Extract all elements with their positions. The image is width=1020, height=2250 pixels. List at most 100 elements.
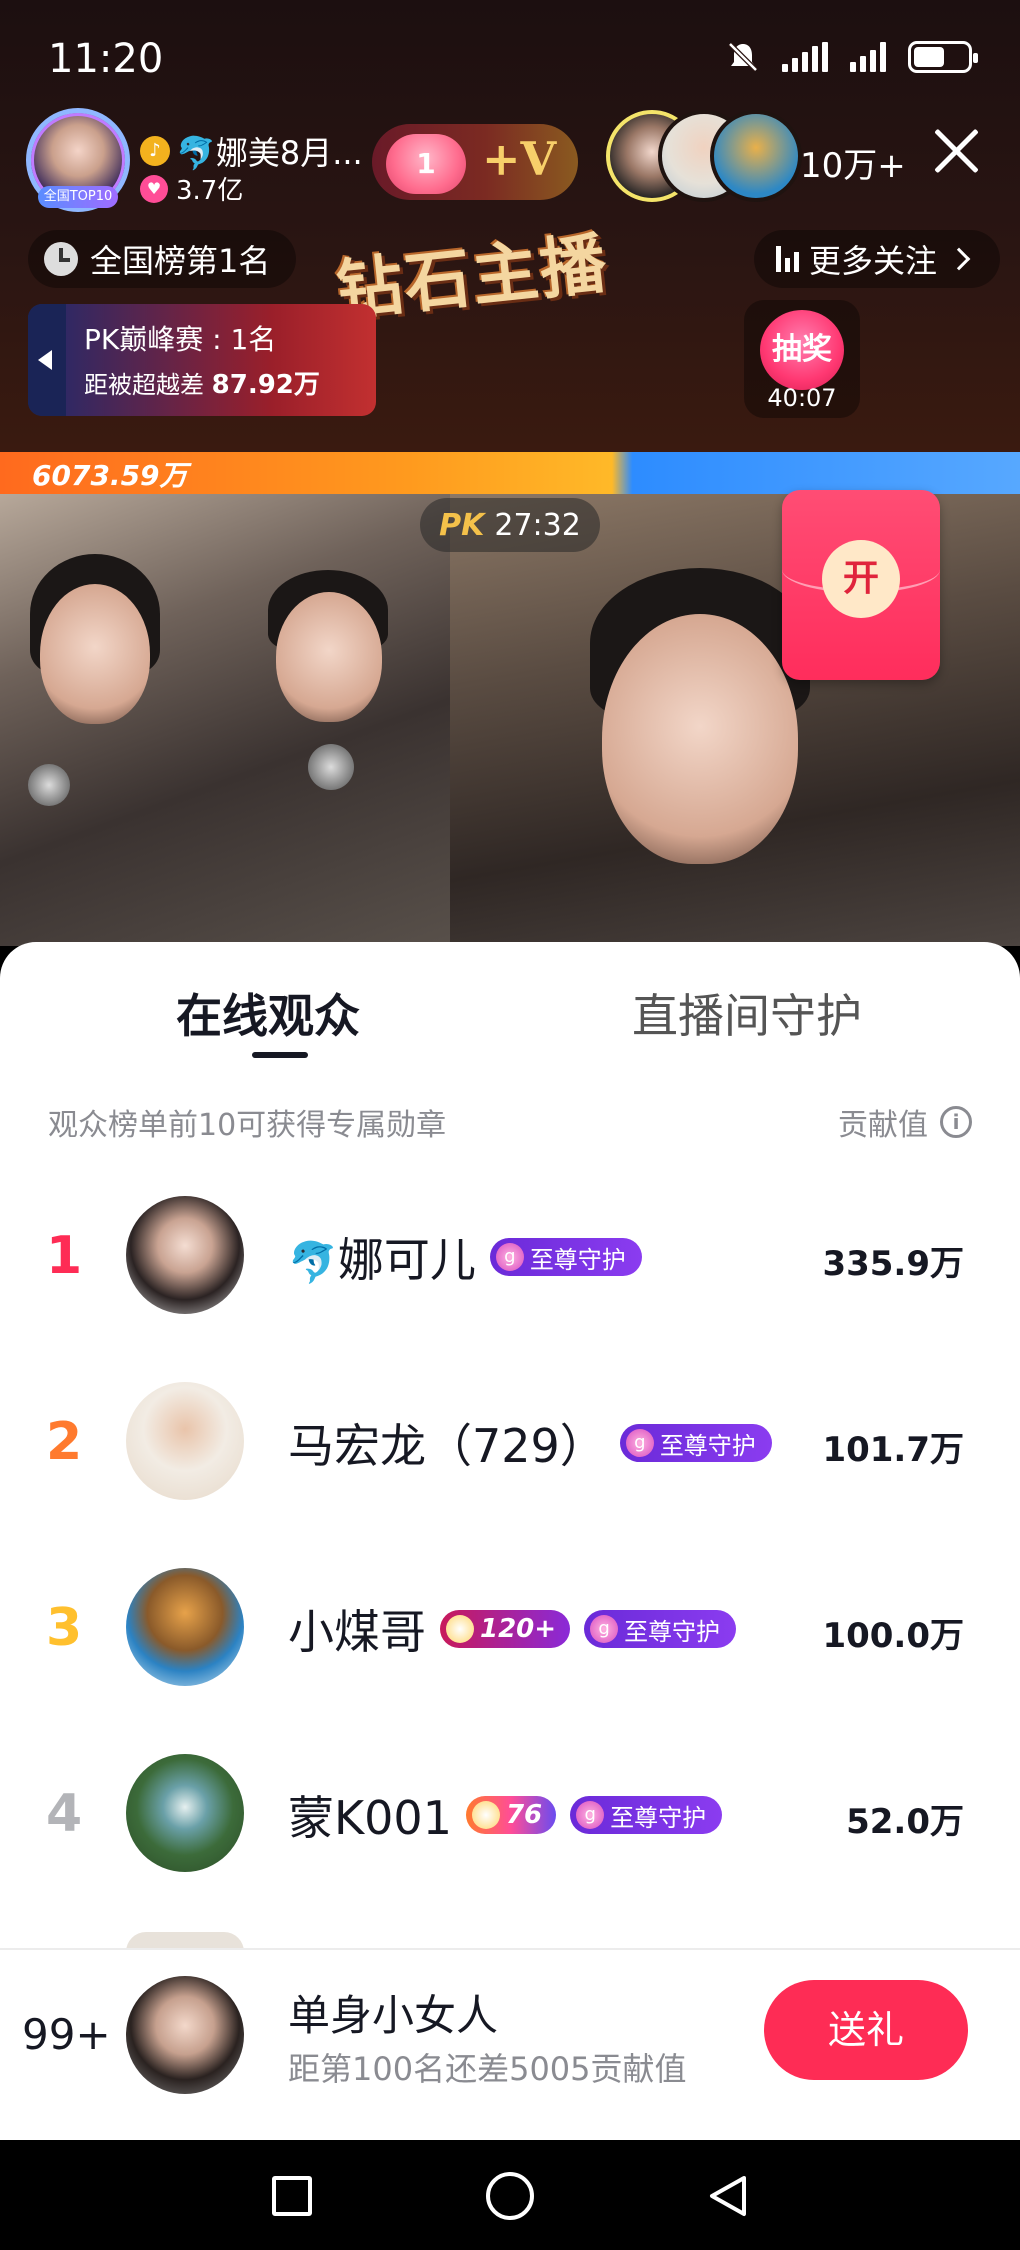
level-badge: 76 (465, 1796, 557, 1834)
system-nav-bar (0, 2140, 1020, 2250)
viewer-count[interactable]: 10万+ (800, 138, 906, 187)
contribution-header[interactable]: 贡献值 i (838, 1100, 972, 1144)
lottery-countdown: 40:07 (767, 384, 837, 412)
back-arrow-icon[interactable] (28, 304, 66, 416)
pk-logo: PK (439, 507, 485, 543)
pk-timer: PK 27:32 (420, 498, 600, 552)
video-left-stream[interactable] (0, 494, 450, 946)
pk-gap-label: 距被超越差 (84, 371, 204, 399)
user-name: 🐬娜可儿 (288, 1233, 476, 1287)
video-figure (40, 584, 150, 724)
bars-icon (776, 246, 799, 272)
national-rank-pill[interactable]: 全国榜第1名 (28, 230, 296, 288)
user-name-line: 马宏龙（729） g 至尊守护 (288, 1410, 772, 1476)
back-icon[interactable] (706, 2174, 750, 2218)
status-bar: 11:20 (0, 0, 1020, 110)
pk-gap-value: 87.92万 (211, 370, 320, 400)
guard-gem-icon: g (495, 1243, 524, 1271)
rank-number: 3 (46, 1598, 83, 1658)
host-info[interactable]: 全国TOP10 ♪ 🐬娜美8月... ♥ 3.7亿 (26, 108, 376, 212)
recent-apps-icon[interactable] (272, 2176, 312, 2216)
send-gift-button[interactable]: 送礼 (764, 1980, 968, 2080)
ranking-hint: 观众榜单前10可获得专属勋章 (48, 1108, 447, 1143)
contribution-score: 52.0万 (846, 1802, 964, 1842)
contribution-score: 335.9万 (822, 1244, 964, 1284)
sheet-tabs: 在线观众 直播间守护 (0, 942, 1020, 1058)
mute-icon (728, 42, 758, 72)
close-icon[interactable] (932, 126, 982, 176)
avatar[interactable] (126, 1568, 244, 1686)
pk-score-left: 6073.59万 (32, 459, 188, 492)
guard-gem-icon: g (590, 1615, 619, 1643)
signal-icon (850, 42, 886, 72)
pk-peak-title: PK巅峰赛 : 1名 (84, 323, 277, 356)
list-item[interactable]: 4 蒙K001 76 g 至尊守护 52.0万 (0, 1748, 1020, 1878)
viewer-avatar[interactable] (710, 110, 802, 202)
heart-icon: ♥ (140, 174, 168, 203)
tab-underline (252, 1052, 308, 1058)
chevron-right-icon (947, 247, 971, 271)
red-packet[interactable]: 开 (782, 490, 940, 680)
user-name-line: 🐬娜可儿 g 至尊守护 (288, 1224, 642, 1290)
host-name: 🐬娜美8月... (176, 134, 363, 172)
plus-v-label: +V (482, 132, 557, 186)
status-time: 11:20 (48, 36, 164, 82)
lottery-widget[interactable]: 抽奖 40:07 (744, 300, 860, 418)
video-figure (602, 614, 798, 864)
supreme-guard-badge: g 至尊守护 (570, 1796, 723, 1834)
lottery-label: 抽奖 (760, 310, 844, 390)
contribution-label: 贡献值 (838, 1108, 928, 1143)
guard-gem-icon: g (625, 1429, 654, 1457)
top-viewers[interactable] (606, 110, 802, 206)
user-name: 蒙K001 (288, 1791, 452, 1845)
user-name-line: 蒙K001 76 g 至尊守护 (288, 1782, 723, 1848)
tab-room-guard[interactable]: 直播间守护 (632, 980, 862, 1046)
tab-online-audience[interactable]: 在线观众 (176, 980, 360, 1046)
more-follow-label: 更多关注 (809, 242, 938, 280)
microphone (308, 744, 354, 790)
dolphin-icon: 🐬 (288, 1240, 338, 1286)
host-top10-badge: 全国TOP10 (38, 186, 118, 208)
list-item[interactable]: 1 🐬娜可儿 g 至尊守护 335.9万 (0, 1190, 1020, 1320)
my-name: 单身小女人 (288, 1991, 499, 2040)
my-rank-gap: 距第100名还差5005贡献值 (288, 2050, 687, 2088)
microphone (28, 764, 70, 806)
status-icons (726, 40, 978, 74)
home-icon[interactable] (486, 2172, 534, 2220)
contribution-score: 100.0万 (822, 1616, 964, 1656)
host-fans: 3.7亿 (176, 176, 244, 206)
more-follow-button[interactable]: 更多关注 (754, 230, 1000, 288)
pk-peak-card[interactable]: PK巅峰赛 : 1名 距被超越差 87.92万 (28, 304, 376, 416)
rank-number: 1 (46, 1226, 83, 1286)
host-fans-row: ♥ 3.7亿 (140, 170, 243, 207)
host-name-row: ♪ 🐬娜美8月... (140, 128, 363, 174)
national-rank-text: 全国榜第1名 (90, 242, 271, 280)
battery-icon (908, 41, 978, 73)
level-icon (446, 1615, 474, 1643)
supreme-guard-badge: g 至尊守护 (619, 1424, 772, 1462)
live-header: 11:20 全国TOP10 ♪ 🐬娜美8月... ♥ 3.7亿 1 +V 10万… (0, 0, 1020, 452)
supreme-guard-badge: g 至尊守护 (584, 1610, 737, 1648)
supreme-guard-badge: g 至尊守护 (489, 1238, 642, 1276)
user-name-line: 小煤哥 120+ g 至尊守护 (288, 1596, 737, 1662)
user-name: 小煤哥 (288, 1605, 426, 1659)
rank-number: 4 (46, 1784, 83, 1844)
fan-club-button[interactable]: 1 +V (372, 124, 578, 200)
list-item[interactable]: 2 马宏龙（729） g 至尊守护 101.7万 (0, 1376, 1020, 1506)
avatar[interactable] (126, 1976, 244, 2094)
user-name: 马宏龙（729） (288, 1419, 606, 1473)
rank-number: 2 (46, 1412, 83, 1472)
avatar[interactable] (126, 1382, 244, 1500)
list-item[interactable]: 3 小煤哥 120+ g 至尊守护 100.0万 (0, 1562, 1020, 1692)
pk-time: 27:32 (494, 507, 581, 543)
my-rank-bar: 99+ 单身小女人 距第100名还差5005贡献值 送礼 (0, 1948, 1020, 2140)
note-icon: ♪ (140, 136, 170, 166)
avatar[interactable] (126, 1196, 244, 1314)
clock-icon (44, 242, 78, 276)
contribution-score: 101.7万 (822, 1430, 964, 1470)
fan-heart-badge: 1 (386, 134, 466, 194)
avatar[interactable] (126, 1754, 244, 1872)
info-icon[interactable]: i (940, 1106, 972, 1138)
red-packet-open-button[interactable]: 开 (822, 540, 900, 618)
guard-gem-icon: g (576, 1801, 605, 1829)
